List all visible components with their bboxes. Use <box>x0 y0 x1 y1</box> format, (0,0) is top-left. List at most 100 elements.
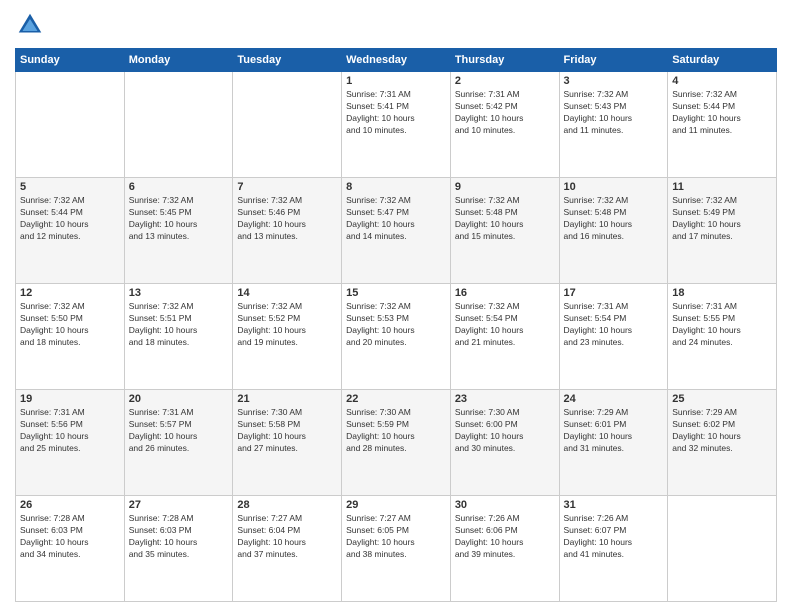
day-info: Sunrise: 7:32 AM Sunset: 5:44 PM Dayligh… <box>20 195 120 243</box>
weekday-header-friday: Friday <box>559 49 668 72</box>
day-cell: 11 Sunrise: 7:32 AM Sunset: 5:49 PM Dayli… <box>668 178 777 284</box>
day-info: Sunrise: 7:32 AM Sunset: 5:52 PM Dayligh… <box>237 301 337 349</box>
day-info: Sunrise: 7:31 AM Sunset: 5:55 PM Dayligh… <box>672 301 772 349</box>
day-cell: 3 Sunrise: 7:32 AM Sunset: 5:43 PM Daylig… <box>559 72 668 178</box>
day-info: Sunrise: 7:32 AM Sunset: 5:50 PM Dayligh… <box>20 301 120 349</box>
header <box>15 10 777 40</box>
day-info: Sunrise: 7:28 AM Sunset: 6:03 PM Dayligh… <box>20 513 120 561</box>
day-number: 18 <box>672 287 772 299</box>
day-cell: 20 Sunrise: 7:31 AM Sunset: 5:57 PM Dayli… <box>124 390 233 496</box>
day-cell: 13 Sunrise: 7:32 AM Sunset: 5:51 PM Dayli… <box>124 284 233 390</box>
day-info: Sunrise: 7:31 AM Sunset: 5:57 PM Dayligh… <box>129 407 229 455</box>
day-cell: 8 Sunrise: 7:32 AM Sunset: 5:47 PM Daylig… <box>342 178 451 284</box>
day-cell <box>233 72 342 178</box>
day-info: Sunrise: 7:32 AM Sunset: 5:45 PM Dayligh… <box>129 195 229 243</box>
day-info: Sunrise: 7:29 AM Sunset: 6:02 PM Dayligh… <box>672 407 772 455</box>
day-number: 29 <box>346 499 446 511</box>
day-cell: 14 Sunrise: 7:32 AM Sunset: 5:52 PM Dayli… <box>233 284 342 390</box>
week-row-3: 19 Sunrise: 7:31 AM Sunset: 5:56 PM Dayli… <box>16 390 777 496</box>
day-info: Sunrise: 7:32 AM Sunset: 5:44 PM Dayligh… <box>672 89 772 137</box>
day-info: Sunrise: 7:31 AM Sunset: 5:42 PM Dayligh… <box>455 89 555 137</box>
logo <box>15 10 49 40</box>
weekday-header-wednesday: Wednesday <box>342 49 451 72</box>
day-number: 6 <box>129 181 229 193</box>
day-cell: 4 Sunrise: 7:32 AM Sunset: 5:44 PM Daylig… <box>668 72 777 178</box>
weekday-header-saturday: Saturday <box>668 49 777 72</box>
day-cell: 24Sunrise: 7:29 AM Sunset: 6:01 PM Dayli… <box>559 390 668 496</box>
day-cell: 9Sunrise: 7:32 AM Sunset: 5:48 PM Daylig… <box>450 178 559 284</box>
day-number: 28 <box>237 499 337 511</box>
day-number: 13 <box>129 287 229 299</box>
day-cell: 10 Sunrise: 7:32 AM Sunset: 5:48 PM Dayli… <box>559 178 668 284</box>
weekday-header-thursday: Thursday <box>450 49 559 72</box>
day-cell: 26 Sunrise: 7:28 AM Sunset: 6:03 PM Dayli… <box>16 496 125 602</box>
day-info: Sunrise: 7:32 AM Sunset: 5:49 PM Dayligh… <box>672 195 772 243</box>
day-info: Sunrise: 7:30 AM Sunset: 5:59 PM Dayligh… <box>346 407 446 455</box>
day-cell <box>124 72 233 178</box>
day-number: 7 <box>237 181 337 193</box>
day-number: 30 <box>455 499 555 511</box>
day-number: 24 <box>564 393 664 405</box>
day-cell: 30 Sunrise: 7:26 AM Sunset: 6:06 PM Dayli… <box>450 496 559 602</box>
logo-icon <box>15 10 45 40</box>
weekday-header-sunday: Sunday <box>16 49 125 72</box>
weekday-header-row: SundayMondayTuesdayWednesdayThursdayFrid… <box>16 49 777 72</box>
day-info: Sunrise: 7:30 AM Sunset: 6:00 PM Dayligh… <box>455 407 555 455</box>
day-info: Sunrise: 7:31 AM Sunset: 5:54 PM Dayligh… <box>564 301 664 349</box>
day-number: 26 <box>20 499 120 511</box>
day-cell: 29 Sunrise: 7:27 AM Sunset: 6:05 PM Dayli… <box>342 496 451 602</box>
day-number: 9 <box>455 181 555 193</box>
day-info: Sunrise: 7:32 AM Sunset: 5:53 PM Dayligh… <box>346 301 446 349</box>
day-number: 2 <box>455 75 555 87</box>
day-number: 4 <box>672 75 772 87</box>
day-cell: 22 Sunrise: 7:30 AM Sunset: 5:59 PM Dayli… <box>342 390 451 496</box>
day-number: 22 <box>346 393 446 405</box>
week-row-1: 5Sunrise: 7:32 AM Sunset: 5:44 PM Daylig… <box>16 178 777 284</box>
day-info: Sunrise: 7:32 AM Sunset: 5:48 PM Dayligh… <box>564 195 664 243</box>
day-number: 20 <box>129 393 229 405</box>
day-cell: 12Sunrise: 7:32 AM Sunset: 5:50 PM Dayli… <box>16 284 125 390</box>
day-cell: 23 Sunrise: 7:30 AM Sunset: 6:00 PM Dayli… <box>450 390 559 496</box>
day-number: 19 <box>20 393 120 405</box>
day-number: 17 <box>564 287 664 299</box>
day-cell: 31Sunrise: 7:26 AM Sunset: 6:07 PM Dayli… <box>559 496 668 602</box>
weekday-header-tuesday: Tuesday <box>233 49 342 72</box>
day-cell <box>16 72 125 178</box>
day-number: 14 <box>237 287 337 299</box>
day-cell: 15 Sunrise: 7:32 AM Sunset: 5:53 PM Dayli… <box>342 284 451 390</box>
day-info: Sunrise: 7:31 AM Sunset: 5:56 PM Dayligh… <box>20 407 120 455</box>
day-number: 10 <box>564 181 664 193</box>
day-cell: 21 Sunrise: 7:30 AM Sunset: 5:58 PM Dayli… <box>233 390 342 496</box>
day-number: 1 <box>346 75 446 87</box>
week-row-4: 26 Sunrise: 7:28 AM Sunset: 6:03 PM Dayli… <box>16 496 777 602</box>
day-number: 23 <box>455 393 555 405</box>
day-number: 16 <box>455 287 555 299</box>
day-number: 8 <box>346 181 446 193</box>
day-cell: 5Sunrise: 7:32 AM Sunset: 5:44 PM Daylig… <box>16 178 125 284</box>
day-number: 3 <box>564 75 664 87</box>
day-cell: 16 Sunrise: 7:32 AM Sunset: 5:54 PM Dayli… <box>450 284 559 390</box>
week-row-0: 1 Sunrise: 7:31 AM Sunset: 5:41 PM Daylig… <box>16 72 777 178</box>
day-info: Sunrise: 7:32 AM Sunset: 5:51 PM Dayligh… <box>129 301 229 349</box>
day-info: Sunrise: 7:27 AM Sunset: 6:05 PM Dayligh… <box>346 513 446 561</box>
day-cell <box>668 496 777 602</box>
day-number: 15 <box>346 287 446 299</box>
day-number: 11 <box>672 181 772 193</box>
day-info: Sunrise: 7:32 AM Sunset: 5:47 PM Dayligh… <box>346 195 446 243</box>
day-cell: 27Sunrise: 7:28 AM Sunset: 6:03 PM Dayli… <box>124 496 233 602</box>
weekday-header-monday: Monday <box>124 49 233 72</box>
day-info: Sunrise: 7:32 AM Sunset: 5:54 PM Dayligh… <box>455 301 555 349</box>
day-info: Sunrise: 7:30 AM Sunset: 5:58 PM Dayligh… <box>237 407 337 455</box>
day-info: Sunrise: 7:27 AM Sunset: 6:04 PM Dayligh… <box>237 513 337 561</box>
day-cell: 6 Sunrise: 7:32 AM Sunset: 5:45 PM Daylig… <box>124 178 233 284</box>
week-row-2: 12Sunrise: 7:32 AM Sunset: 5:50 PM Dayli… <box>16 284 777 390</box>
day-cell: 28 Sunrise: 7:27 AM Sunset: 6:04 PM Dayli… <box>233 496 342 602</box>
day-info: Sunrise: 7:31 AM Sunset: 5:41 PM Dayligh… <box>346 89 446 137</box>
day-info: Sunrise: 7:26 AM Sunset: 6:06 PM Dayligh… <box>455 513 555 561</box>
calendar: SundayMondayTuesdayWednesdayThursdayFrid… <box>15 48 777 602</box>
day-cell: 7Sunrise: 7:32 AM Sunset: 5:46 PM Daylig… <box>233 178 342 284</box>
day-number: 31 <box>564 499 664 511</box>
day-number: 21 <box>237 393 337 405</box>
day-info: Sunrise: 7:32 AM Sunset: 5:43 PM Dayligh… <box>564 89 664 137</box>
day-number: 27 <box>129 499 229 511</box>
